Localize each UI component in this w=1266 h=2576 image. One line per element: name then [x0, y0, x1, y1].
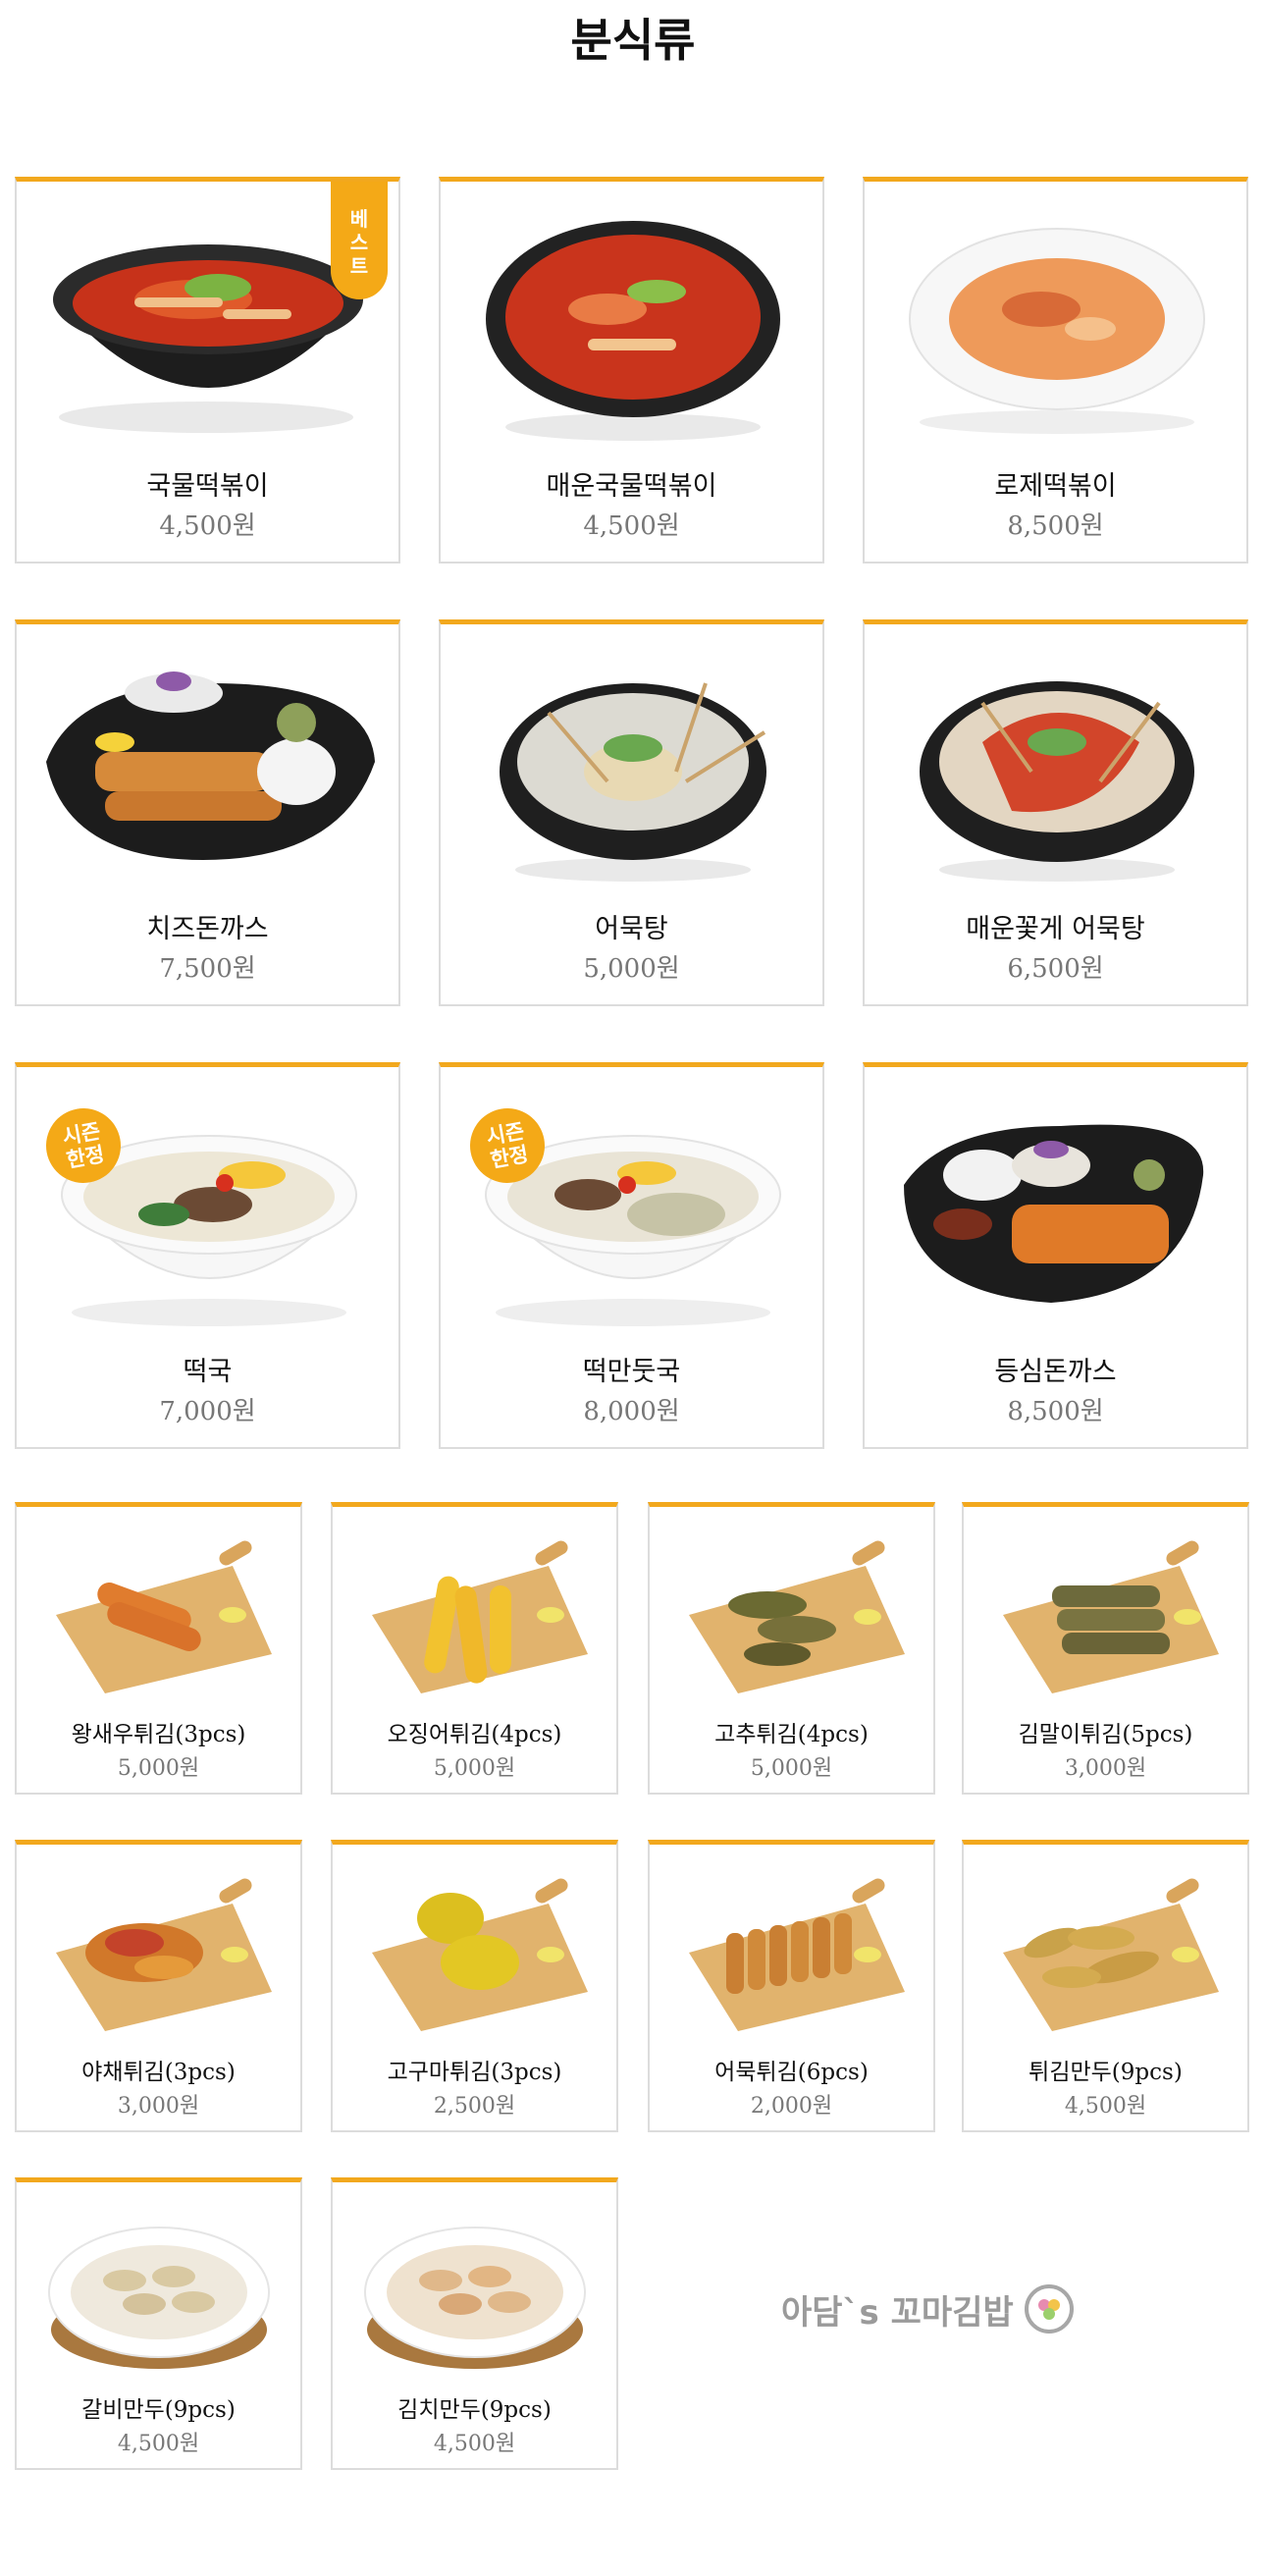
menu-item-name: 어묵튀김(6pcs): [714, 2060, 869, 2085]
menu-item-price: 5,000원: [750, 1756, 833, 1781]
food-photo: [56, 1540, 272, 1693]
brand-name: 아담`s 꼬마김밥: [781, 2292, 1014, 2333]
menu-item-name: 로제떡볶이: [994, 471, 1117, 502]
menu-item-card[interactable]: 고추튀김(4pcs) 5,000원: [648, 1502, 935, 1795]
menu-item-card[interactable]: 김말이튀김(5pcs) 3,000원: [962, 1502, 1249, 1795]
food-photo: [372, 1540, 588, 1693]
brand-logo-icon: [1024, 2284, 1074, 2334]
menu-item-price: 3,000원: [1064, 1756, 1147, 1781]
menu-item-name: 튀김만두(9pcs): [1029, 2060, 1183, 2085]
menu-item-card[interactable]: 오징어튀김(4pcs) 5,000원: [331, 1502, 618, 1795]
menu-item-name: 고구마튀김(3pcs): [387, 2060, 562, 2085]
food-photo: [909, 228, 1205, 434]
menu-item-name: 야채튀김(3pcs): [81, 2060, 236, 2085]
menu-item-card[interactable]: 어묵튀김(6pcs) 2,000원: [648, 1840, 935, 2132]
menu-item-name: 김치만두(9pcs): [397, 2397, 552, 2423]
menu-item-name: 고추튀김(4pcs): [714, 1722, 869, 1747]
food-photo: [48, 2227, 270, 2369]
menu-item-card[interactable]: 갈비만두(9pcs) 4,500원: [15, 2177, 302, 2470]
best-badge: 베스트: [331, 182, 388, 299]
menu-item-price: 2,500원: [433, 2094, 516, 2119]
food-photo: [1003, 1540, 1219, 1693]
menu-item-price: 8,500원: [1007, 511, 1104, 541]
menu-item-price: 7,000원: [159, 1397, 256, 1426]
food-photo: [486, 221, 780, 441]
food-photo: [689, 1540, 905, 1693]
menu-item-name: 떡국: [183, 1357, 233, 1387]
menu-item-card[interactable]: 매운꽃게 어묵탕 6,500원: [863, 619, 1248, 1006]
menu-item-card[interactable]: 튀김만두(9pcs) 4,500원: [962, 1840, 1249, 2132]
menu-item-name: 매운꽃게 어묵탕: [966, 914, 1145, 944]
menu-item-price: 7,500원: [159, 954, 256, 984]
menu-item-price: 5,000원: [433, 1756, 516, 1781]
menu-item-price: 5,000원: [583, 954, 680, 984]
menu-item-card[interactable]: 등심돈까스 8,500원: [863, 1062, 1248, 1449]
menu-item-card[interactable]: 어묵탕 5,000원: [439, 619, 824, 1006]
menu-item-name: 등심돈까스: [994, 1357, 1117, 1387]
menu-item-price: 6,500원: [1007, 954, 1104, 984]
menu-item-name: 왕새우튀김(3pcs): [71, 1722, 246, 1747]
food-photo: [920, 681, 1194, 882]
menu-item-price: 2,000원: [750, 2094, 833, 2119]
menu-item-card[interactable]: 왕새우튀김(3pcs) 5,000원: [15, 1502, 302, 1795]
menu-item-name: 김말이튀김(5pcs): [1018, 1722, 1193, 1747]
menu-item-name: 어묵탕: [595, 914, 668, 944]
menu-item-card[interactable]: 치즈돈까스 7,500원: [15, 619, 400, 1006]
menu-item-name: 국물떡볶이: [146, 471, 269, 502]
menu-item-card[interactable]: 시즌 한정 떡만둣국 8,000원: [439, 1062, 824, 1449]
menu-item-name: 오징어튀김(4pcs): [387, 1722, 562, 1747]
food-photo: [364, 2227, 586, 2369]
page-title: 분식류: [570, 14, 696, 67]
menu-item-name: 갈비만두(9pcs): [81, 2397, 236, 2423]
menu-item-card[interactable]: 고구마튀김(3pcs) 2,500원: [331, 1840, 618, 2132]
menu-item-card[interactable]: 야채튀김(3pcs) 3,000원: [15, 1840, 302, 2132]
menu-item-price: 4,500원: [433, 2432, 516, 2456]
menu-item-card[interactable]: 시즌 한정 떡국 7,000원: [15, 1062, 400, 1449]
food-photo: [689, 1878, 905, 2031]
menu-item-price: 8,500원: [1007, 1397, 1104, 1426]
menu-item-card[interactable]: 베스트 국물떡볶이 4,500원: [15, 177, 400, 564]
menu-item-card[interactable]: 매운국물떡볶이 4,500원: [439, 177, 824, 564]
menu-item-card[interactable]: 로제떡볶이 8,500원: [863, 177, 1248, 564]
menu-item-name: 매운국물떡볶이: [546, 471, 717, 502]
menu-item-price: 8,000원: [583, 1397, 680, 1426]
menu-item-price: 4,500원: [117, 2432, 200, 2456]
brand-watermark: 아담`s 꼬마김밥: [781, 2280, 1075, 2338]
food-photo: [56, 1878, 272, 2031]
menu-item-name: 떡만둣국: [582, 1357, 681, 1387]
food-photo: [46, 671, 375, 860]
menu-item-price: 3,000원: [117, 2094, 200, 2119]
food-photo: [372, 1878, 588, 2031]
menu-item-price: 4,500원: [1064, 2094, 1147, 2119]
food-photo: [904, 1124, 1204, 1303]
menu-item-price: 4,500원: [583, 511, 680, 541]
food-photo: [1003, 1878, 1219, 2031]
menu-item-price: 5,000원: [117, 1756, 200, 1781]
menu-item-card[interactable]: 김치만두(9pcs) 4,500원: [331, 2177, 618, 2470]
menu-item-price: 4,500원: [159, 511, 256, 541]
food-photo: [500, 682, 766, 882]
menu-item-name: 치즈돈까스: [146, 914, 269, 944]
